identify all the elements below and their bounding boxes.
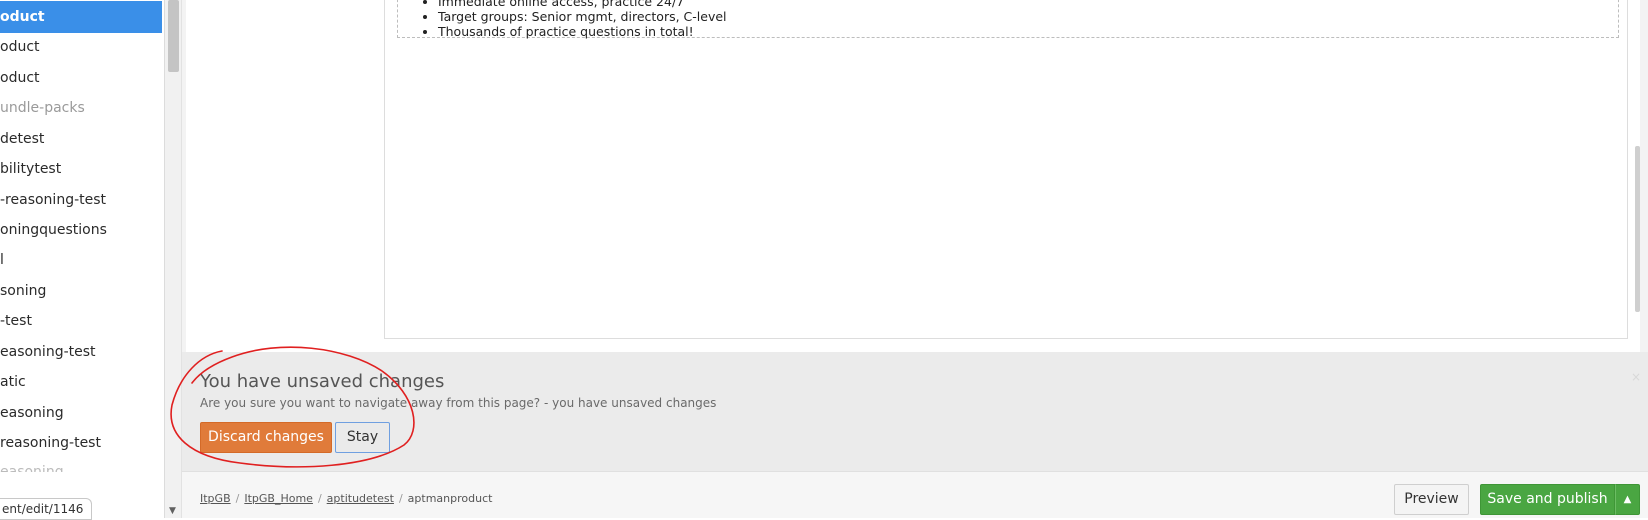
content-panel: Immediate online access, practice 24/7 T…	[186, 0, 1640, 352]
close-icon[interactable]: ×	[1631, 370, 1641, 384]
tree-item[interactable]: l	[0, 244, 4, 276]
list-item: Thousands of practice questions in total…	[438, 24, 1618, 39]
status-url-tooltip: ent/edit/1146	[0, 498, 93, 520]
tree-scrollbar[interactable]: ▼	[164, 0, 181, 518]
breadcrumb-link[interactable]: aptitudetest	[327, 492, 394, 505]
tree-item[interactable]: easoning	[0, 397, 64, 429]
tree-item[interactable]: -test	[0, 305, 32, 337]
scrollbar-thumb[interactable]	[168, 0, 179, 72]
editor-content-block[interactable]: Immediate online access, practice 24/7 T…	[397, 0, 1619, 39]
breadcrumb-separator: /	[235, 492, 240, 505]
breadcrumb-current: aptmanproduct	[407, 492, 493, 505]
save-options-caret-icon[interactable]: ▲	[1615, 484, 1640, 515]
tree-item[interactable]: oduct	[0, 62, 40, 94]
bullet-list: Immediate online access, practice 24/7 T…	[398, 0, 1618, 39]
discard-changes-button[interactable]: Discard changes	[200, 422, 332, 453]
content-tree: oduct oduct oduct undle-packs detest bil…	[0, 0, 164, 518]
dialog-title: You have unsaved changes	[200, 371, 445, 392]
breadcrumb-separator: /	[398, 492, 403, 505]
save-and-publish-button[interactable]: Save and publish	[1480, 484, 1615, 515]
breadcrumb-link[interactable]: ItpGB_Home	[244, 492, 313, 505]
tree-item[interactable]: atic	[0, 366, 26, 398]
tree-item[interactable]: soning	[0, 275, 46, 307]
dialog-message: Are you sure you want to navigate away f…	[200, 396, 717, 410]
tree-item[interactable]: undle-packs	[0, 92, 85, 124]
rich-text-editor[interactable]: Immediate online access, practice 24/7 T…	[384, 0, 1628, 339]
main-scrollbar[interactable]	[1634, 0, 1640, 352]
list-item: Immediate online access, practice 24/7	[438, 0, 1618, 9]
breadcrumb-separator: /	[317, 492, 322, 505]
footer-bar: ItpGB / ItpGB_Home / aptitudetest / aptmanprod…	[182, 472, 1648, 518]
unsaved-changes-dialog: You have unsaved changes Are you sure yo…	[182, 352, 1648, 472]
tree-item[interactable]: oningquestions	[0, 214, 107, 246]
scrollbar-thumb[interactable]	[1635, 146, 1640, 312]
tree-item[interactable]: easoning-test	[0, 336, 96, 368]
breadcrumb-link[interactable]: ItpGB	[200, 492, 231, 505]
tree-item[interactable]: reasoning-test	[0, 427, 101, 459]
scroll-down-arrow-icon[interactable]: ▼	[169, 506, 176, 516]
tree-item-partial: easoning	[0, 464, 64, 472]
preview-button[interactable]: Preview	[1394, 484, 1469, 515]
tree-item[interactable]: -reasoning-test	[0, 184, 106, 216]
main-area: Immediate online access, practice 24/7 T…	[181, 0, 1648, 518]
list-item: Target groups: Senior mgmt, directors, C…	[438, 9, 1618, 24]
breadcrumb: ItpGB / ItpGB_Home / aptitudetest / aptmanprod…	[200, 492, 492, 505]
stay-button[interactable]: Stay	[335, 422, 390, 453]
tree-item[interactable]: bilitytest	[0, 153, 61, 185]
tree-item[interactable]: oduct	[0, 31, 40, 63]
tree-item[interactable]: oduct	[0, 1, 162, 33]
tree-item[interactable]: detest	[0, 123, 44, 155]
